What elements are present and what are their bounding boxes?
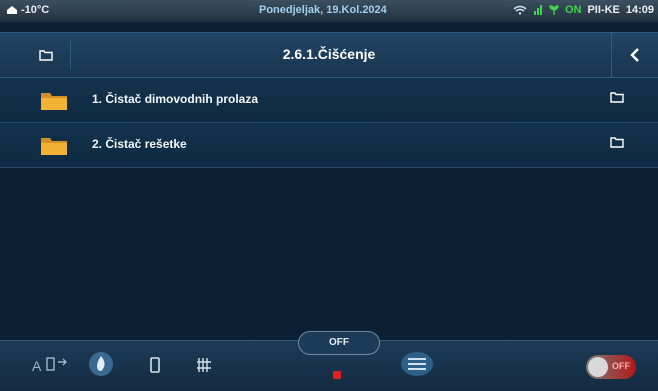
folder-outline-icon xyxy=(610,92,624,103)
house-icon xyxy=(7,6,17,14)
menu-button[interactable] xyxy=(400,351,434,382)
bottom-bar: A OFF OFF xyxy=(0,331,658,391)
menu-list: 1. Čistač dimovodnih prolaza 2. Čistač r… xyxy=(0,78,658,168)
date-display: Ponedjeljak, 19.Kol.2024 xyxy=(259,4,387,16)
boiler-button[interactable] xyxy=(150,357,160,378)
list-item-label: 2. Čistač rešetke xyxy=(92,137,187,151)
chevron-left-icon xyxy=(630,48,639,62)
outdoor-temperature: -10°C xyxy=(6,4,49,16)
wifi-icon xyxy=(513,5,527,15)
auto-mode-label: A xyxy=(32,358,42,374)
folder-icon xyxy=(41,138,67,155)
toggle-knob xyxy=(588,357,608,377)
radiator-button[interactable] xyxy=(196,357,212,378)
status-on-badge: ON xyxy=(564,4,582,16)
device-name: PII-KE xyxy=(587,4,620,16)
back-button[interactable] xyxy=(611,33,658,77)
burner-button[interactable] xyxy=(88,351,114,382)
status-bar: -10°C Ponedjeljak, 19.Kol.2024 ON PII-KE… xyxy=(0,0,658,22)
folder-outline-icon xyxy=(610,137,624,148)
mode-indicator-icon xyxy=(46,357,67,371)
menu-icon xyxy=(401,352,433,376)
title-bar: 2.6.1.Čišćenje xyxy=(0,32,658,78)
list-item[interactable]: 2. Čistač rešetke xyxy=(0,123,658,168)
off-button[interactable]: OFF xyxy=(298,331,380,355)
list-item-label: 1. Čistač dimovodnih prolaza xyxy=(92,92,259,106)
folder-icon xyxy=(41,93,67,110)
radiator-icon xyxy=(197,358,211,372)
power-toggle[interactable]: OFF xyxy=(586,355,636,379)
page-title: 2.6.1.Čišćenje xyxy=(282,46,376,62)
signal-icon xyxy=(533,5,542,15)
toggle-label: OFF xyxy=(612,361,630,371)
flame-icon xyxy=(89,352,113,376)
temperature-value: -10°C xyxy=(21,4,50,16)
list-item[interactable]: 1. Čistač dimovodnih prolaza xyxy=(0,78,658,123)
boiler-icon xyxy=(150,357,160,373)
clock: 14:09 xyxy=(625,4,654,16)
plant-icon xyxy=(549,5,559,15)
auto-mode-button[interactable]: A xyxy=(32,357,72,376)
alarm-indicator xyxy=(333,371,341,379)
